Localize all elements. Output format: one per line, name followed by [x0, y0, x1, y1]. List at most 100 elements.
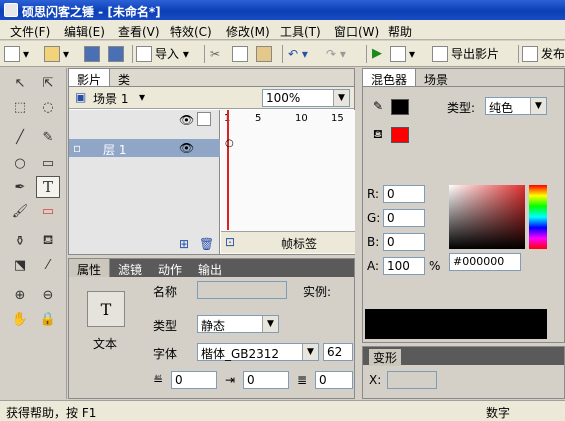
pencil-icon: ✎: [42, 129, 54, 145]
brush-icon: 🖌: [11, 203, 29, 219]
transform-tool[interactable]: ⬚: [8, 96, 32, 118]
pen-tool[interactable]: ✒: [8, 176, 32, 198]
play-button[interactable]: ▶: [372, 44, 382, 63]
fill-type-value: 纯色: [489, 101, 514, 115]
arrow-tool[interactable]: ↖: [8, 72, 32, 94]
x-input[interactable]: [387, 371, 437, 389]
line-spacing-input[interactable]: 0: [315, 371, 353, 389]
fill-type-select[interactable]: 纯色 ▼: [485, 97, 547, 115]
eyedropper-tool[interactable]: ⁄: [36, 254, 60, 276]
paint-bucket-tool[interactable]: ⛾: [36, 230, 60, 252]
rectangle-icon: ▭: [41, 155, 55, 171]
tab-movie[interactable]: 影片: [69, 69, 111, 87]
layer-row[interactable]: ▫ 层 1 👁: [69, 139, 220, 157]
tab-scene[interactable]: 场景: [416, 69, 456, 87]
paste-button[interactable]: [256, 44, 275, 63]
redo-button[interactable]: ↷ ▾: [326, 44, 346, 63]
lock-column-icon: [197, 112, 211, 126]
ruler-5: 5: [255, 113, 262, 124]
tab-color-mixer[interactable]: 混色器: [363, 69, 417, 87]
properties-panel: 属性 滤镜 动作 输出 T 文本 名称 实例: 类型 静态 ▼ 字体 楷体_GB…: [68, 258, 355, 399]
fill-color-swatch[interactable]: [391, 127, 409, 143]
rectangle-tool[interactable]: ▭: [36, 152, 60, 174]
font-select[interactable]: 楷体_GB2312 ▼: [197, 343, 319, 361]
tab-filters[interactable]: 滤镜: [110, 259, 150, 277]
tab-class[interactable]: 类: [110, 69, 138, 87]
layer-type-icon: ▫: [73, 141, 82, 155]
instance-label: 实例:: [303, 285, 332, 299]
menu-help[interactable]: 帮助: [388, 23, 412, 40]
zoom-out-tool[interactable]: ⊖: [36, 284, 60, 306]
paste-icon: [256, 45, 272, 62]
stroke-color-swatch[interactable]: [391, 99, 409, 115]
undo-button[interactable]: ↶ ▾: [288, 44, 308, 63]
text-tool[interactable]: T: [36, 176, 60, 198]
subselect-icon: ⇱: [42, 75, 54, 91]
line-tool[interactable]: ╱: [8, 126, 32, 148]
window-title: 硕思闪客之锤 - [未命名*]: [22, 5, 161, 19]
tab-actions[interactable]: 动作: [150, 259, 190, 277]
lock-tool[interactable]: 🔒: [36, 308, 60, 330]
copy-button[interactable]: [232, 44, 251, 63]
brush-tool[interactable]: 🖌: [8, 200, 32, 222]
subselect-tool[interactable]: ⇱: [36, 72, 60, 94]
red-input[interactable]: 0: [383, 185, 425, 203]
add-layer-icon[interactable]: ⊞: [179, 237, 189, 251]
new-button[interactable]: ▾: [4, 44, 29, 63]
tab-output[interactable]: 输出: [190, 259, 230, 277]
lasso-tool[interactable]: ◌: [36, 96, 60, 118]
tab-properties[interactable]: 属性: [69, 259, 111, 277]
a-label: A:: [367, 259, 380, 273]
menu-modify[interactable]: 修改(M): [226, 23, 270, 40]
preview-button[interactable]: ▾: [390, 44, 415, 63]
menu-tools[interactable]: 工具(T): [280, 23, 321, 40]
publish-label: 发布: [541, 47, 565, 61]
zoom-select[interactable]: 100% ▼: [262, 89, 350, 107]
eyedropper-icon: ⁄: [46, 257, 50, 273]
hue-slider[interactable]: [529, 185, 547, 249]
import-icon: [136, 45, 152, 62]
scene-selector[interactable]: 场景 1: [93, 90, 128, 107]
import-button[interactable]: 导入 ▾: [136, 44, 189, 63]
playhead[interactable]: [227, 110, 229, 230]
lock-icon: 🔒: [39, 311, 57, 327]
menu-edit[interactable]: 编辑(E): [64, 23, 105, 40]
redo-icon: ↷: [326, 46, 337, 61]
indent-input[interactable]: 0: [243, 371, 289, 389]
eraser-tool[interactable]: ▭: [36, 200, 60, 222]
text-type-icon: T: [87, 291, 125, 327]
delete-layer-icon[interactable]: 🗑: [199, 237, 214, 251]
font-size-input[interactable]: 62: [323, 343, 353, 361]
transform-title: 变形: [369, 349, 402, 366]
export-icon: [432, 45, 448, 62]
frames-area[interactable]: 1 5 10 15 ○ ⊡ 帧标签: [221, 110, 355, 254]
menu-view[interactable]: 查看(V): [118, 23, 160, 40]
export-movie-button[interactable]: 导出影片: [432, 44, 499, 63]
blue-input[interactable]: 0: [383, 233, 425, 251]
menu-file[interactable]: 文件(F): [10, 23, 50, 40]
zoom-in-tool[interactable]: ⊕: [8, 284, 32, 306]
save-all-button[interactable]: [108, 44, 127, 63]
publish-button[interactable]: 发布: [522, 44, 565, 63]
letter-spacing-input[interactable]: 0: [171, 371, 217, 389]
ink-bottle-tool[interactable]: ⚱: [8, 230, 32, 252]
pencil-tool[interactable]: ✎: [36, 126, 60, 148]
menu-effects[interactable]: 特效(C): [170, 23, 212, 40]
fill-transform-tool[interactable]: ⬔: [8, 254, 32, 276]
open-button[interactable]: ▾: [44, 44, 69, 63]
import-label: 导入: [155, 47, 180, 61]
text-type-select[interactable]: 静态 ▼: [197, 315, 279, 333]
alpha-input[interactable]: 100: [383, 257, 425, 275]
oval-tool[interactable]: ○: [8, 152, 32, 174]
green-input[interactable]: 0: [383, 209, 425, 227]
arrow-icon: ↖: [14, 75, 26, 91]
color-picker-area[interactable]: [449, 185, 525, 249]
save-button[interactable]: [84, 44, 103, 63]
hand-tool[interactable]: ✋: [8, 308, 32, 330]
hex-input[interactable]: #000000: [449, 253, 521, 271]
menu-window[interactable]: 窗口(W): [334, 23, 379, 40]
layer-panel: 👁 ▫ 层 1 👁 ⊞ 🗑: [69, 110, 220, 254]
cut-button[interactable]: ✂: [210, 44, 220, 63]
save-icon: [84, 45, 100, 62]
name-input[interactable]: [197, 281, 287, 299]
